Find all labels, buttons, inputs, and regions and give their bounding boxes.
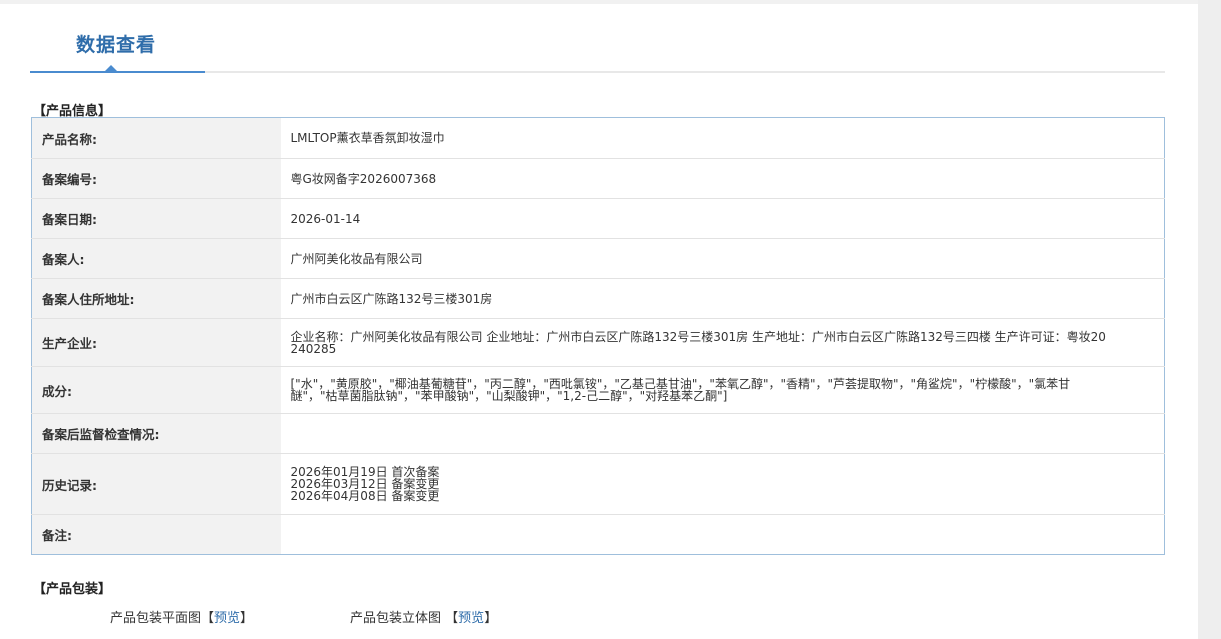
packaging-flat-label: 产品包装平面图 xyxy=(110,611,202,626)
value-manufacturer: 企业名称：广州阿美化妆品有限公司 企业地址：广州市白云区广陈路132号三楼301… xyxy=(280,318,1165,367)
table-row: 历史记录: 2026年01月19日 首次备案 2026年03月12日 备案变更 … xyxy=(31,453,1165,515)
table-row: 生产企业: 企业名称：广州阿美化妆品有限公司 企业地址：广州市白云区广陈路132… xyxy=(31,318,1165,367)
label-remarks: 备注: xyxy=(31,514,281,555)
table-row: 备案日期: 2026-01-14 xyxy=(31,198,1165,239)
packaging-stereo: 产品包装立体图 【预览】 xyxy=(350,607,497,626)
label-product-name: 产品名称: xyxy=(31,117,281,159)
bracket-open: 【 xyxy=(445,611,459,626)
table-row: 备案后监督检查情况: xyxy=(31,413,1165,454)
table-row: 成分: ["水"，"黄原胶"，"椰油基葡糖苷"，"丙二醇"，"西吡氯铵"，"乙基… xyxy=(31,366,1165,414)
value-filing-number: 粤G妆网备字2026007368 xyxy=(280,158,1165,199)
packaging-title: 【产品包装】 xyxy=(33,582,112,597)
value-supervision xyxy=(280,413,1165,454)
right-gutter xyxy=(1198,0,1221,639)
value-history: 2026年01月19日 首次备案 2026年03月12日 备案变更 2026年0… xyxy=(280,453,1165,515)
bracket-close: 】 xyxy=(240,611,254,626)
bracket-open: 【 xyxy=(201,611,215,626)
table-row: 备案编号: 粤G妆网备字2026007368 xyxy=(31,158,1165,199)
label-history: 历史记录: xyxy=(31,453,281,515)
packaging-stereo-label: 产品包装立体图 xyxy=(350,611,442,626)
preview-flat-link[interactable]: 预览 xyxy=(214,611,240,626)
top-strip xyxy=(0,0,1221,4)
value-remarks xyxy=(281,515,1165,555)
label-filer-address: 备案人住所地址: xyxy=(31,278,281,319)
value-filing-date: 2026-01-14 xyxy=(280,198,1165,239)
bracket-close: 】 xyxy=(484,611,498,626)
value-filer-address: 广州市白云区广陈路132号三楼301房 xyxy=(280,278,1165,319)
tab-data-view[interactable]: 数据查看 xyxy=(76,30,156,57)
label-manufacturer: 生产企业: xyxy=(31,318,281,367)
packaging-flat: 产品包装平面图【预览】 xyxy=(110,607,253,626)
table-row: 备案人住所地址: 广州市白云区广陈路132号三楼301房 xyxy=(31,278,1165,319)
label-filer: 备案人: xyxy=(31,238,281,279)
label-filing-date: 备案日期: xyxy=(31,198,281,239)
preview-stereo-link[interactable]: 预览 xyxy=(458,611,484,626)
label-ingredients: 成分: xyxy=(31,366,281,414)
table-row: 备案人: 广州阿美化妆品有限公司 xyxy=(31,238,1165,279)
value-filer: 广州阿美化妆品有限公司 xyxy=(280,238,1165,279)
value-ingredients: ["水"，"黄原胶"，"椰油基葡糖苷"，"丙二醇"，"西吡氯铵"，"乙基己基甘油… xyxy=(280,366,1165,414)
value-product-name: LMLTOP薰衣草香氛卸妆湿巾 xyxy=(280,117,1165,159)
tab-caret-icon xyxy=(104,65,118,72)
table-row: 产品名称: LMLTOP薰衣草香氛卸妆湿巾 xyxy=(31,117,1165,159)
table-row: 备注: xyxy=(31,514,1165,555)
product-info-table: 产品名称: LMLTOP薰衣草香氛卸妆湿巾 备案编号: 粤G妆网备字202600… xyxy=(31,117,1165,555)
label-filing-number: 备案编号: xyxy=(31,158,281,199)
label-supervision: 备案后监督检查情况: xyxy=(31,413,281,454)
history-entry: 2026年04月08日 备案变更 xyxy=(290,489,440,503)
